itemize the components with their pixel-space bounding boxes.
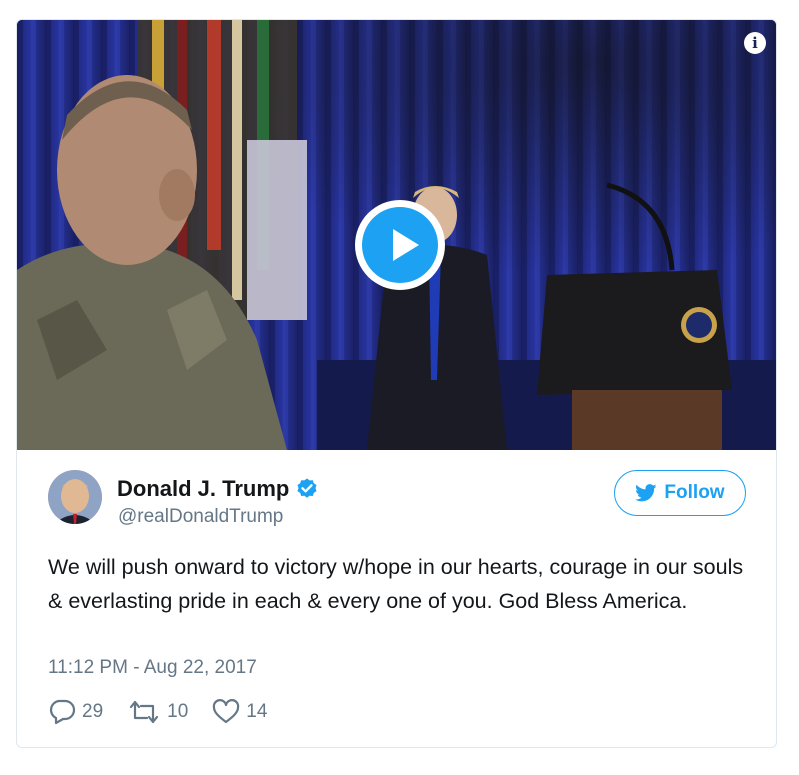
tweet-header: Donald J. Trump @realDonaldTrump Follow bbox=[17, 450, 776, 550]
author-name[interactable]: Donald J. Trump bbox=[117, 476, 289, 502]
video-player[interactable]: i bbox=[17, 20, 776, 450]
tweet-card: i Donald J. Trump @realDonaldTrump Follo… bbox=[16, 19, 777, 748]
reply-count: 29 bbox=[82, 701, 104, 722]
play-button[interactable] bbox=[355, 200, 445, 290]
reply-icon bbox=[49, 699, 76, 725]
tweet-text: We will push onward to victory w/hope in… bbox=[48, 555, 744, 613]
tweet-actions: 29 10 14 bbox=[48, 699, 291, 725]
like-count: 14 bbox=[246, 701, 268, 722]
info-icon[interactable]: i bbox=[744, 32, 766, 54]
follow-button[interactable]: Follow bbox=[614, 470, 746, 516]
verified-badge-icon bbox=[297, 478, 317, 498]
avatar[interactable] bbox=[48, 470, 102, 524]
retweet-icon bbox=[130, 700, 159, 724]
like-button[interactable]: 14 bbox=[212, 699, 267, 725]
heart-icon bbox=[213, 699, 240, 724]
play-icon bbox=[362, 207, 438, 283]
reply-button[interactable]: 29 bbox=[48, 699, 103, 725]
retweet-count: 10 bbox=[167, 701, 189, 722]
retweet-button[interactable]: 10 bbox=[127, 699, 188, 725]
twitter-bird-icon bbox=[635, 484, 657, 502]
tweet-timestamp[interactable]: 11:12 PM - Aug 22, 2017 bbox=[48, 657, 257, 679]
author-handle[interactable]: @realDonaldTrump bbox=[118, 506, 283, 528]
follow-label: Follow bbox=[664, 482, 725, 503]
